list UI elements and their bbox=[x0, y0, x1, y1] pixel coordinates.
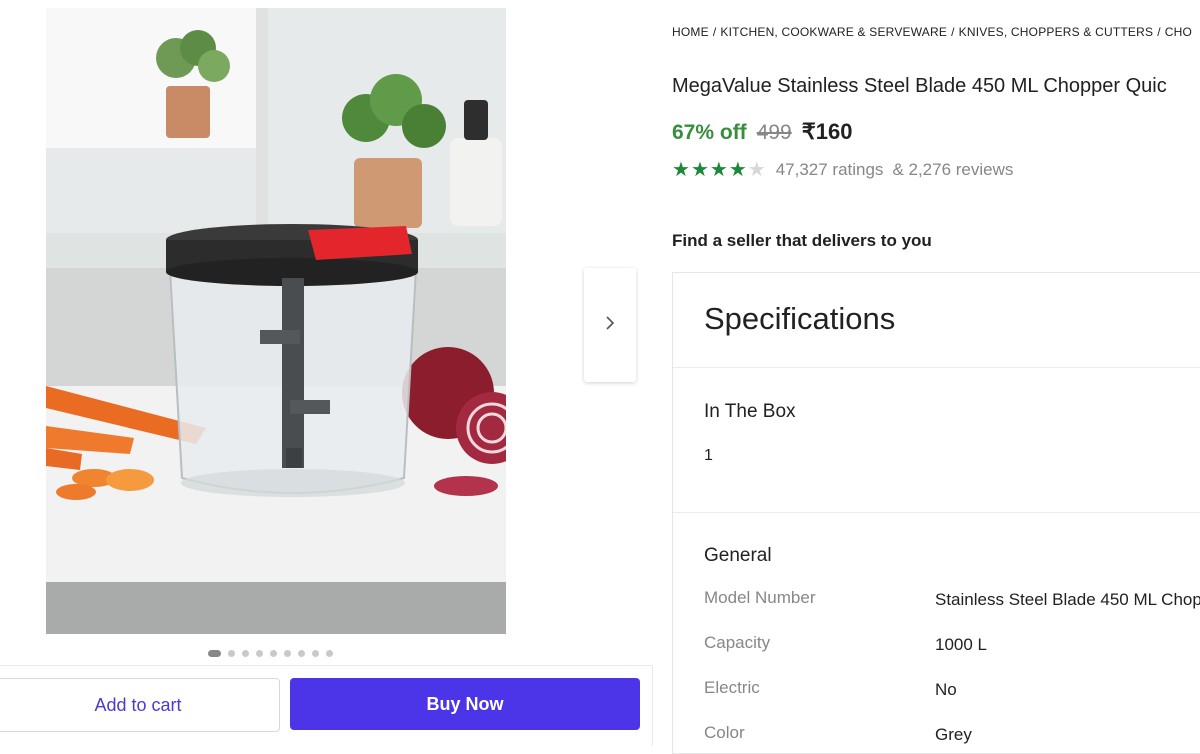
carousel-dot[interactable] bbox=[228, 650, 235, 657]
spec-row-color: Color Grey bbox=[704, 723, 1200, 751]
spec-value: No bbox=[935, 680, 957, 699]
reviews-count[interactable]: & 2,276 reviews bbox=[892, 160, 1013, 180]
spec-value: Grey bbox=[935, 725, 972, 744]
star-rating: ★ ★ ★ ★ ★ bbox=[672, 160, 766, 180]
in-the-box-section: In The Box 1 bbox=[673, 367, 1200, 513]
original-price: 499 bbox=[756, 121, 792, 144]
spec-value: Stainless Steel Blade 450 ML Chop bbox=[935, 590, 1200, 609]
spec-row-capacity: Capacity 1000 L bbox=[704, 633, 1200, 661]
spec-row-model-number: Model Number Stainless Steel Blade 450 M… bbox=[704, 588, 1200, 616]
ratings-count[interactable]: 47,327 ratings bbox=[776, 160, 884, 180]
star-icon: ★ bbox=[709, 159, 728, 181]
buy-now-button[interactable]: Buy Now bbox=[290, 678, 640, 730]
carousel-dot[interactable] bbox=[298, 650, 305, 657]
product-image[interactable] bbox=[46, 8, 506, 634]
rating-row[interactable]: ★ ★ ★ ★ ★ 47,327 ratings & 2,276 reviews bbox=[672, 160, 1013, 180]
in-the-box-title: In The Box bbox=[704, 401, 796, 422]
carousel-dot[interactable] bbox=[242, 650, 249, 657]
in-the-box-value: 1 bbox=[704, 447, 713, 464]
add-to-cart-button[interactable]: Add to cart bbox=[0, 678, 280, 732]
carousel-dot[interactable] bbox=[312, 650, 319, 657]
specifications-title: Specifications bbox=[704, 301, 896, 336]
breadcrumb-separator: / bbox=[1157, 25, 1161, 39]
spec-key: Electric bbox=[704, 678, 760, 697]
spec-key: Model Number bbox=[704, 588, 816, 607]
carousel-dot[interactable] bbox=[256, 650, 263, 657]
chevron-right-icon bbox=[603, 315, 617, 336]
breadcrumb-choppers[interactable]: CHO bbox=[1165, 25, 1192, 39]
spec-value: 1000 L bbox=[935, 635, 987, 654]
carousel-dot[interactable] bbox=[270, 650, 277, 657]
breadcrumb-kitchen[interactable]: KITCHEN, COOKWARE & SERVEWARE bbox=[720, 25, 947, 39]
specifications-card: Specifications In The Box 1 General Mode… bbox=[672, 272, 1200, 754]
general-title: General bbox=[704, 545, 772, 566]
spec-key: Color bbox=[704, 723, 745, 742]
carousel-dot[interactable] bbox=[208, 650, 221, 657]
star-icon: ★ bbox=[672, 159, 690, 181]
price-row: 67% off 499 ₹160 bbox=[672, 119, 852, 145]
spec-row-electric: Electric No bbox=[704, 678, 1200, 706]
breadcrumb-knives[interactable]: KNIVES, CHOPPERS & CUTTERS bbox=[959, 25, 1154, 39]
image-carousel-indicator bbox=[208, 650, 333, 657]
breadcrumb-separator: / bbox=[951, 25, 955, 39]
star-icon: ★ bbox=[728, 159, 747, 181]
spec-key: Capacity bbox=[704, 633, 771, 652]
product-title: MegaValue Stainless Steel Blade 450 ML C… bbox=[672, 75, 1167, 97]
purchase-action-bar: Add to cart Buy Now bbox=[0, 665, 653, 746]
carousel-dot[interactable] bbox=[326, 650, 333, 657]
carousel-dot[interactable] bbox=[284, 650, 291, 657]
chopper-photo bbox=[46, 8, 506, 634]
star-icon: ★ bbox=[747, 159, 766, 181]
breadcrumb-home[interactable]: HOME bbox=[672, 25, 709, 39]
star-icon: ★ bbox=[690, 159, 709, 181]
next-image-button[interactable] bbox=[584, 268, 636, 382]
discount-label: 67% off bbox=[672, 121, 747, 144]
specifications-header: Specifications bbox=[673, 273, 1200, 368]
breadcrumb-separator: / bbox=[712, 25, 717, 39]
seller-heading: Find a seller that delivers to you bbox=[672, 231, 932, 250]
breadcrumb: HOME / KITCHEN, COOKWARE & SERVEWARE / KNIVE… bbox=[672, 25, 1200, 39]
selling-price: ₹160 bbox=[801, 119, 853, 144]
